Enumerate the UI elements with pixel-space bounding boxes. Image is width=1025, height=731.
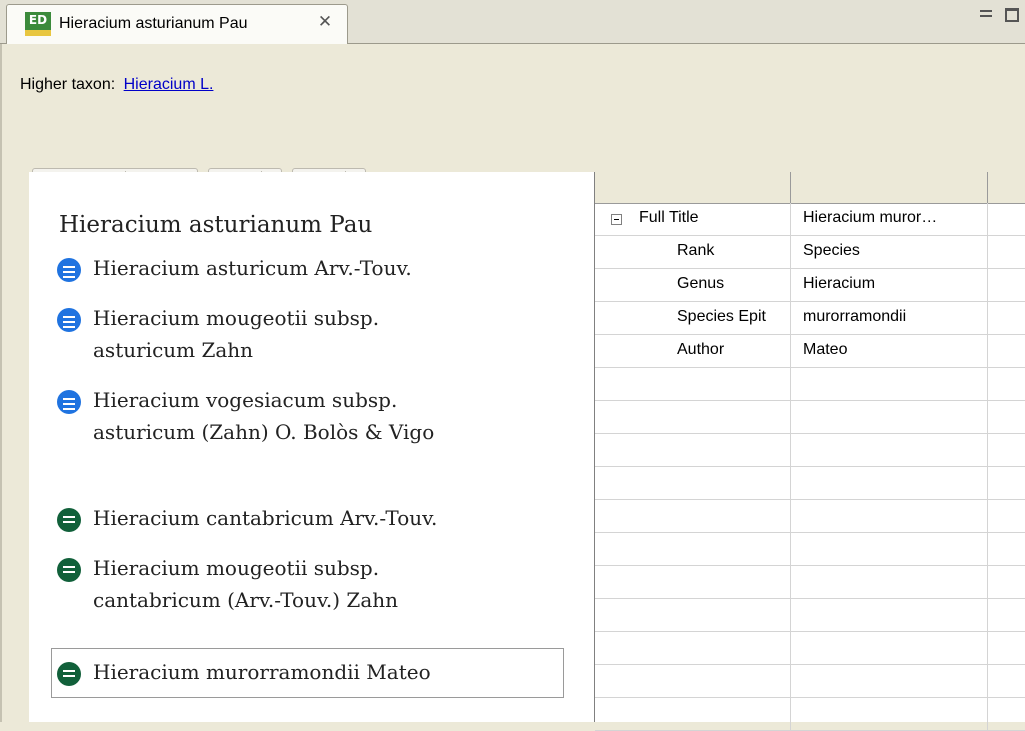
- accepted-name[interactable]: Hieracium asturianum Pau: [59, 212, 372, 238]
- close-icon[interactable]: ✕: [314, 11, 336, 33]
- empty-row: [595, 566, 1025, 599]
- heterotypic-synonym-icon: [57, 508, 81, 532]
- property-key: Rank: [677, 242, 715, 259]
- property-key: Author: [677, 341, 725, 358]
- homotypic-synonym-icon: [57, 308, 81, 332]
- homotypic-synonym-icon: [57, 390, 81, 414]
- empty-row: [595, 698, 1025, 731]
- synonym-name: Hieracium cantabricum Arv.-Touv.: [93, 506, 438, 530]
- properties-panel: Full Title Hieracium muror… Rank Species…: [594, 172, 1025, 731]
- empty-row: [595, 467, 1025, 500]
- property-value: murorramondii: [803, 308, 907, 325]
- heterotypic-synonym-icon: [57, 558, 81, 582]
- editor-tab[interactable]: ED Hieracium asturianum Pau ✕: [6, 4, 348, 44]
- synonym-name: Hieracium asturicum Arv.-Touv.: [93, 256, 412, 280]
- property-row[interactable]: Genus Hieracium: [595, 269, 1025, 302]
- minimize-icon[interactable]: [978, 6, 994, 22]
- property-value: Mateo: [803, 341, 848, 358]
- heterotypic-synonym-icon: [57, 662, 81, 686]
- empty-row: [595, 632, 1025, 665]
- property-value: Hieracium muror…: [803, 209, 938, 226]
- synonym-name: Hieracium mougeotii subsp. cantabricum (…: [93, 556, 398, 612]
- empty-row: [595, 401, 1025, 434]
- synonym-name: Hieracium vogesiacum subsp. asturicum (Z…: [93, 388, 435, 444]
- maximize-icon[interactable]: [1005, 8, 1019, 22]
- empty-row: [595, 665, 1025, 698]
- synonym-name: Hieracium mougeotii subsp. asturicum Zah…: [93, 306, 380, 362]
- property-row[interactable]: Full Title Hieracium muror…: [595, 203, 1025, 236]
- empty-row: [595, 533, 1025, 566]
- collapse-icon[interactable]: [611, 214, 622, 225]
- property-key: Species Epit: [677, 308, 766, 325]
- property-row[interactable]: Species Epit murorramondii: [595, 302, 1025, 335]
- synonym-name: Hieracium murorramondii Mateo: [93, 660, 431, 684]
- property-key: Full Title: [639, 209, 699, 226]
- higher-taxon-link[interactable]: Hieracium L.: [124, 76, 214, 93]
- homotypic-synonym-icon: [57, 258, 81, 282]
- value-column-header[interactable]: [791, 172, 988, 203]
- empty-row: [595, 500, 1025, 533]
- property-row[interactable]: Rank Species: [595, 236, 1025, 269]
- property-column-header[interactable]: [595, 172, 791, 203]
- property-value: Species: [803, 242, 860, 259]
- editor-tab-bar: ED Hieracium asturianum Pau ✕: [0, 0, 1025, 44]
- names-panel: Hieracium asturianum Pau Hieracium astur…: [29, 172, 594, 722]
- empty-row: [595, 434, 1025, 467]
- property-key: Genus: [677, 275, 725, 292]
- higher-taxon-label: Higher taxon:: [20, 76, 116, 93]
- property-value: Hieracium: [803, 275, 876, 292]
- property-row[interactable]: Author Mateo: [595, 335, 1025, 368]
- editor-icon: ED: [25, 12, 51, 36]
- empty-row: [595, 599, 1025, 632]
- higher-taxon-line: Higher taxon: Hieracium L.: [20, 76, 213, 94]
- empty-row: [595, 368, 1025, 401]
- properties-header: [595, 172, 1025, 204]
- tab-title: Hieracium asturianum Pau: [59, 15, 248, 32]
